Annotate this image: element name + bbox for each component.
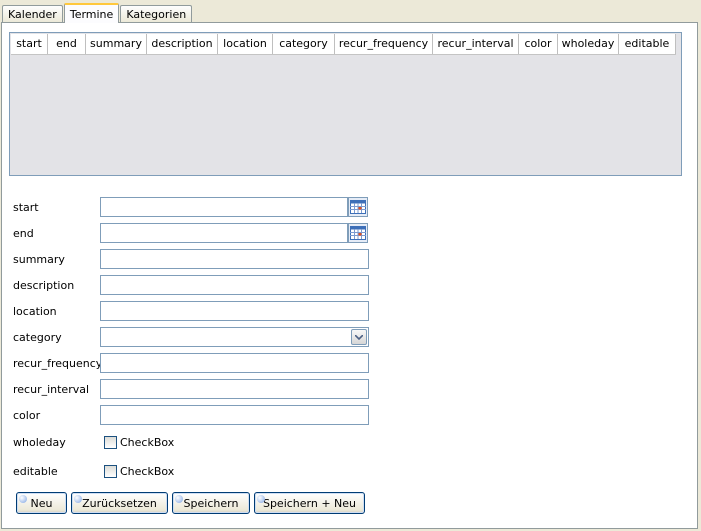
form-row-recur-interval: recur_interval	[13, 379, 369, 399]
tab-bar: Kalender Termine Kategorien	[2, 3, 193, 23]
category-label: category	[13, 330, 62, 344]
tab-kalender[interactable]: Kalender	[2, 5, 63, 22]
wholeday-checkbox[interactable]	[104, 435, 117, 449]
column-header-category[interactable]: category	[273, 34, 335, 54]
appointments-grid[interactable]: start end summary description location c…	[9, 32, 682, 176]
form-row-description: description	[13, 275, 369, 295]
color-label: color	[13, 408, 41, 422]
recur-interval-field[interactable]	[100, 379, 369, 399]
form-row-recur-frequency: recur_frequency	[13, 353, 369, 373]
start-label: start	[13, 200, 39, 214]
wholeday-checkbox-wrap[interactable]: CheckBox	[100, 435, 174, 449]
location-field[interactable]	[100, 301, 369, 321]
column-header-recur-frequency[interactable]: recur_frequency	[335, 34, 433, 54]
editable-label: editable	[13, 464, 58, 478]
start-field[interactable]	[100, 197, 348, 217]
wholeday-checkbox-label[interactable]: CheckBox	[120, 436, 174, 449]
editable-checkbox[interactable]	[104, 464, 117, 478]
column-header-location[interactable]: location	[218, 34, 273, 54]
column-header-editable[interactable]: editable	[619, 34, 676, 54]
tab-termine[interactable]: Termine	[63, 3, 120, 23]
button-accent-icon	[19, 495, 27, 503]
calendar-icon	[350, 200, 366, 214]
grid-header: start end summary description location c…	[11, 34, 676, 55]
button-accent-icon	[257, 495, 265, 503]
recur-frequency-label: recur_frequency	[13, 356, 103, 370]
description-field[interactable]	[100, 275, 369, 295]
termine-panel: start end summary description location c…	[1, 22, 698, 529]
description-label: description	[13, 278, 75, 292]
button-accent-icon	[74, 495, 82, 503]
wholeday-label: wholeday	[13, 435, 66, 449]
chevron-down-icon	[355, 334, 363, 340]
form-row-category: category	[13, 327, 369, 347]
category-dropdown-button[interactable]	[351, 329, 367, 345]
end-field[interactable]	[100, 223, 348, 243]
start-calendar-button[interactable]	[348, 197, 368, 217]
calendar-icon	[350, 226, 366, 240]
column-header-start[interactable]: start	[11, 34, 48, 54]
summary-label: summary	[13, 252, 65, 266]
form-row-end: end	[13, 223, 348, 243]
reset-button-label: Zurücksetzen	[82, 496, 157, 510]
form-row-start: start	[13, 197, 348, 217]
column-header-recur-interval[interactable]: recur_interval	[433, 34, 519, 54]
new-button[interactable]: Neu	[16, 492, 67, 514]
form-row-editable: editable CheckBox	[13, 461, 174, 481]
recur-frequency-field[interactable]	[100, 353, 369, 373]
form-row-wholeday: wholeday CheckBox	[13, 432, 174, 452]
recur-interval-label: recur_interval	[13, 382, 90, 396]
editable-checkbox-label[interactable]: CheckBox	[120, 465, 174, 478]
end-label: end	[13, 226, 34, 240]
save-and-new-button[interactable]: Speichern + Neu	[254, 492, 365, 514]
save-and-new-button-label: Speichern + Neu	[262, 496, 357, 510]
reset-button[interactable]: Zurücksetzen	[71, 492, 168, 514]
summary-field[interactable]	[100, 249, 369, 269]
form-row-location: location	[13, 301, 369, 321]
category-select[interactable]	[100, 327, 369, 347]
form-row-color: color	[13, 405, 369, 425]
form-row-summary: summary	[13, 249, 369, 269]
save-button[interactable]: Speichern	[172, 492, 250, 514]
color-field[interactable]	[100, 405, 369, 425]
column-header-end[interactable]: end	[48, 34, 86, 54]
column-header-description[interactable]: description	[147, 34, 218, 54]
new-button-label: Neu	[30, 496, 53, 510]
tab-kategorien[interactable]: Kategorien	[120, 5, 193, 22]
save-button-label: Speichern	[183, 496, 239, 510]
column-header-wholeday[interactable]: wholeday	[558, 34, 619, 54]
editable-checkbox-wrap[interactable]: CheckBox	[100, 464, 174, 478]
location-label: location	[13, 304, 57, 318]
button-accent-icon	[175, 495, 183, 503]
column-header-summary[interactable]: summary	[86, 34, 147, 54]
end-calendar-button[interactable]	[348, 223, 368, 243]
column-header-color[interactable]: color	[519, 34, 558, 54]
